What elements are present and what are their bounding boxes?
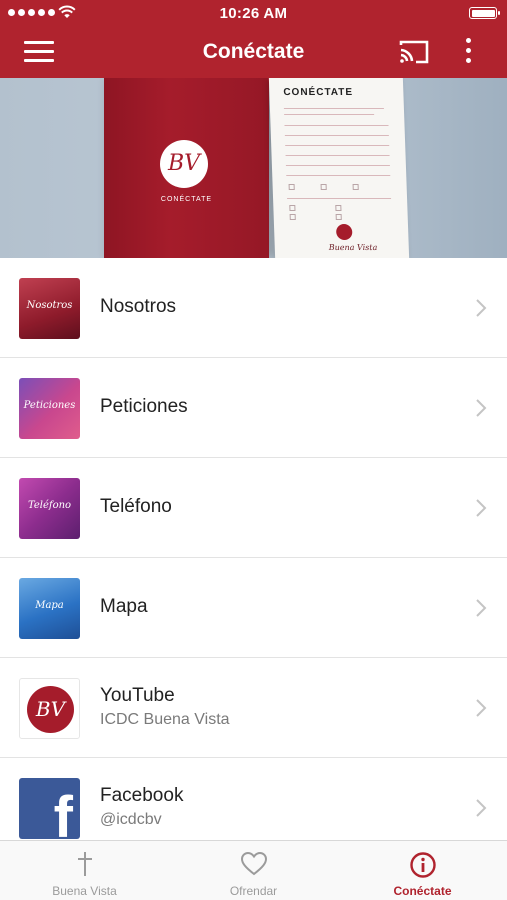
list-item-nosotros[interactable]: Nosotros Nosotros [0, 258, 507, 358]
form-footer: Buena Vista [328, 243, 378, 252]
tab-buena-vista[interactable]: Buena Vista [0, 841, 169, 900]
tab-conectate[interactable]: Conéctate [338, 841, 507, 900]
status-time: 10:26 AM [219, 5, 288, 22]
form-paper-graphic: CONÉCTATE Buena Vista [268, 78, 410, 258]
connect-list: Nosotros Nosotros Peticiones Peticiones … [0, 258, 507, 858]
list-item-subtitle: ICDC Buena Vista [100, 711, 230, 728]
chevron-right-icon [476, 699, 487, 717]
facebook-icon: f [19, 778, 80, 839]
bv-logo-icon: BV [160, 140, 208, 188]
nosotros-thumbnail: Nosotros [19, 278, 80, 339]
list-item-label: Peticiones [100, 396, 188, 417]
tab-ofrendar[interactable]: Ofrendar [169, 841, 338, 900]
tab-label: Conéctate [393, 884, 452, 898]
peticiones-thumbnail: Peticiones [19, 378, 80, 439]
heart-icon [240, 851, 267, 876]
form-logo-icon [335, 224, 353, 240]
chevron-right-icon [476, 599, 487, 617]
list-item-label: Nosotros [100, 296, 177, 317]
form-title: CONÉCTATE [283, 87, 354, 98]
navigation-bar: Conéctate [0, 26, 507, 78]
mapa-thumbnail: Mapa [19, 578, 80, 639]
telefono-thumbnail: Teléfono [19, 478, 80, 539]
page-title: Conéctate [202, 40, 305, 63]
list-item-label: Teléfono [100, 496, 172, 517]
list-item-mapa[interactable]: Mapa Mapa [0, 558, 507, 658]
list-item-youtube[interactable]: BV YouTube ICDC Buena Vista [0, 658, 507, 758]
bv-logo-icon: BV [27, 686, 74, 733]
cross-icon [77, 852, 92, 876]
list-item-label: Facebook [100, 785, 184, 806]
tab-bar: Buena Vista Ofrendar Conéctate [0, 840, 507, 900]
list-item-label: Mapa [100, 596, 148, 617]
list-item-telefono[interactable]: Teléfono Teléfono [0, 458, 507, 558]
info-icon [409, 852, 436, 878]
chevron-right-icon [476, 799, 487, 817]
folder-label: CONÉCTATE [160, 196, 213, 203]
tab-label: Buena Vista [52, 884, 117, 898]
list-item-label: YouTube [100, 685, 175, 706]
status-bar: 10:26 AM [0, 0, 507, 26]
cast-icon[interactable] [399, 39, 429, 65]
chevron-right-icon [476, 499, 487, 517]
folder-graphic: BV CONÉCTATE [104, 78, 269, 258]
tab-label: Ofrendar [229, 884, 278, 898]
battery-icon [469, 7, 500, 19]
hero-banner-image: BV CONÉCTATE CONÉCTATE Buena Vista [0, 78, 507, 258]
youtube-thumbnail: BV [19, 678, 80, 739]
chevron-right-icon [476, 399, 487, 417]
chevron-right-icon [476, 299, 487, 317]
list-item-peticiones[interactable]: Peticiones Peticiones [0, 358, 507, 458]
list-item-subtitle: @icdcbv [100, 811, 162, 828]
more-options-icon[interactable] [458, 38, 478, 66]
